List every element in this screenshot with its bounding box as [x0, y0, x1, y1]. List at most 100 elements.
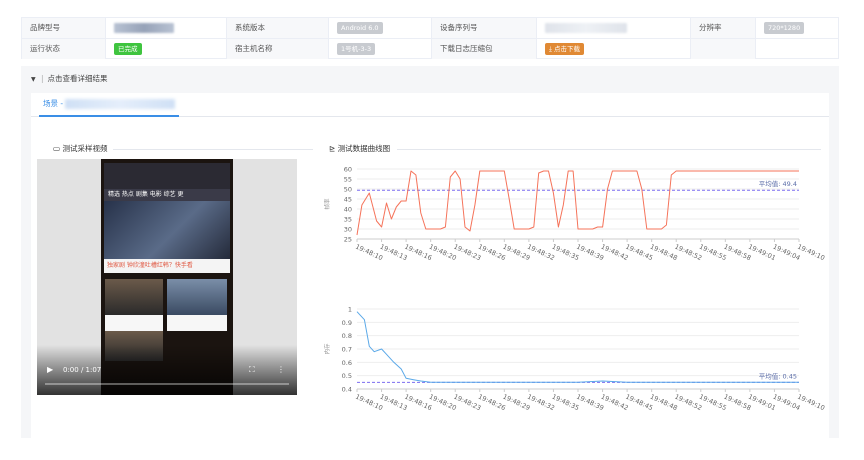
- y-tick-label: 0.8: [342, 332, 352, 340]
- video-icon: ▭: [53, 144, 61, 153]
- divider-bar: |: [41, 74, 44, 83]
- caret-down-icon: ▼: [31, 76, 36, 83]
- video-controls: ▶ 0:00 / 1:07 ⛶ ⋮: [37, 345, 297, 395]
- os-version-tag: Android 6.0: [337, 22, 383, 34]
- x-tick-label: 19:48:52: [673, 393, 703, 413]
- y-tick-label: 0.9: [342, 319, 352, 327]
- fullscreen-icon[interactable]: ⛶: [249, 365, 255, 375]
- x-tick-label: 19:48:58: [722, 243, 752, 263]
- y-tick-label: 50: [344, 186, 352, 194]
- y-tick-label: 40: [344, 206, 352, 214]
- app-header: [104, 163, 230, 189]
- x-tick-label: 19:48:13: [379, 243, 409, 263]
- tab-scene-label: 场景 -: [43, 99, 66, 108]
- y-tick-label: 0.4: [342, 386, 352, 394]
- x-tick-label: 19:48:42: [600, 393, 630, 413]
- x-tick-label: 19:48:23: [452, 393, 482, 413]
- x-tick-label: 19:49:04: [772, 243, 802, 263]
- y-tick-label: 60: [344, 166, 352, 174]
- resolution-label: 分辨率: [690, 18, 755, 38]
- x-tick-label: 19:48:39: [575, 393, 605, 413]
- video-time: 0:00 / 1:07: [63, 366, 102, 374]
- more-options-icon[interactable]: ⋮: [277, 365, 285, 374]
- brand-value-redacted: [114, 23, 174, 33]
- status-label: 运行状态: [22, 39, 105, 59]
- x-tick-label: 19:48:48: [649, 393, 679, 413]
- sample-video-player[interactable]: 精选 热点 剧集 电影 综艺 更 独家剧 钟欣潼吐槽红韩？快手看 ▶ 0:00 …: [37, 159, 297, 395]
- play-icon[interactable]: ▶: [47, 365, 53, 374]
- resolution-value-cell: 720*1280: [755, 18, 840, 38]
- details-panel: ▼ | 点击查看详细结果 场景 - ▭ 测试采样视频 精选 热点 剧集 电影 综艺 …: [21, 66, 839, 438]
- serial-value-redacted: [545, 23, 627, 33]
- app-thumbnail: [167, 279, 227, 315]
- app-caption: [105, 315, 163, 331]
- y-tick-label: 0.5: [342, 372, 352, 380]
- x-tick-label: 19:48:13: [379, 393, 409, 413]
- x-tick-label: 19:49:01: [747, 243, 777, 263]
- chart-section-title-text: 测试数据曲线图: [337, 144, 391, 153]
- chart-icon: ⊵: [329, 144, 336, 153]
- divider: [397, 149, 821, 150]
- x-tick-label: 19:49:10: [796, 393, 826, 413]
- x-tick-label: 19:48:10: [354, 243, 384, 263]
- x-tick-label: 19:49:10: [796, 243, 826, 263]
- memory-chart: 0.40.50.60.70.80.91内存19:48:1019:48:1319:…: [323, 306, 826, 413]
- empty-cell: [690, 39, 755, 59]
- details-toggle[interactable]: ▼ | 点击查看详细结果: [31, 72, 108, 86]
- info-row: 品牌型号 系统版本 Android 6.0 设备序列号 分辨率 720*1280: [22, 18, 838, 38]
- details-toggle-label: 点击查看详细结果: [47, 74, 108, 83]
- x-tick-label: 19:48:35: [551, 243, 581, 263]
- status-value-cell: 已完成: [105, 39, 226, 59]
- os-label: 系统版本: [226, 18, 328, 38]
- average-label: 平均值: 0.45: [759, 371, 797, 380]
- x-tick-label: 19:48:16: [403, 393, 433, 413]
- x-tick-label: 19:48:32: [526, 243, 556, 263]
- x-tick-label: 19:48:35: [551, 393, 581, 413]
- x-tick-label: 19:48:20: [428, 243, 458, 263]
- y-tick-label: 0.6: [342, 359, 352, 367]
- serial-value: [536, 18, 690, 38]
- x-tick-label: 19:48:45: [624, 393, 654, 413]
- y-tick-label: 30: [344, 226, 352, 234]
- download-log-button[interactable]: ⤓ 点击下载: [545, 43, 584, 55]
- info-row: 运行状态 已完成 宿主机名称 1号机-3-3 下载日志压缩包 ⤓ 点击下载: [22, 38, 840, 59]
- x-tick-label: 19:48:26: [477, 243, 507, 263]
- fps-chart: 2530354045505560帧率19:48:1019:48:1319:48:…: [323, 166, 826, 263]
- app-nav: 精选 热点 剧集 电影 综艺 更: [104, 189, 230, 201]
- chart-section-title: ⊵ 测试数据曲线图: [329, 143, 390, 154]
- y-tick-label: 1: [348, 306, 352, 314]
- x-tick-label: 19:48:29: [501, 243, 531, 263]
- x-tick-label: 19:48:23: [452, 243, 482, 263]
- device-info-table: 品牌型号 系统版本 Android 6.0 设备序列号 分辨率 720*1280…: [21, 17, 839, 59]
- video-section-title: ▭ 测试采样视频: [53, 143, 107, 154]
- x-tick-label: 19:48:52: [673, 243, 703, 263]
- x-tick-label: 19:48:29: [501, 393, 531, 413]
- app-caption: [167, 315, 227, 331]
- scene-tabs: 场景 -: [31, 93, 829, 117]
- video-progress-track[interactable]: [45, 383, 289, 385]
- serial-label: 设备序列号: [431, 18, 536, 38]
- x-tick-label: 19:48:39: [575, 243, 605, 263]
- log-value-cell: ⤓ 点击下载: [536, 39, 690, 59]
- y-tick-label: 25: [344, 236, 352, 244]
- host-value-cell: 1号机-3-3: [328, 39, 431, 59]
- x-tick-label: 19:48:55: [698, 393, 728, 413]
- x-tick-label: 19:48:48: [649, 243, 679, 263]
- app-news-strip: 独家剧 钟欣潼吐槽红韩？快手看: [104, 259, 230, 273]
- empty-cell: [755, 39, 840, 59]
- y-tick-label: 0.7: [342, 346, 352, 354]
- x-tick-label: 19:48:55: [698, 243, 728, 263]
- x-tick-label: 19:49:01: [747, 393, 777, 413]
- x-tick-label: 19:48:16: [403, 243, 433, 263]
- y-axis-label: 内存: [323, 343, 331, 355]
- host-label: 宿主机名称: [226, 39, 328, 59]
- video-section-title-text: 测试采样视频: [62, 144, 108, 153]
- brand-label: 品牌型号: [22, 18, 105, 38]
- log-label: 下载日志压缩包: [431, 39, 536, 59]
- x-tick-label: 19:49:04: [772, 393, 802, 413]
- y-tick-label: 45: [344, 196, 352, 204]
- average-label: 平均值: 49.4: [759, 179, 797, 188]
- os-value-cell: Android 6.0: [328, 18, 431, 38]
- tab-scene[interactable]: 场景 -: [39, 93, 180, 117]
- series-line: [356, 170, 799, 236]
